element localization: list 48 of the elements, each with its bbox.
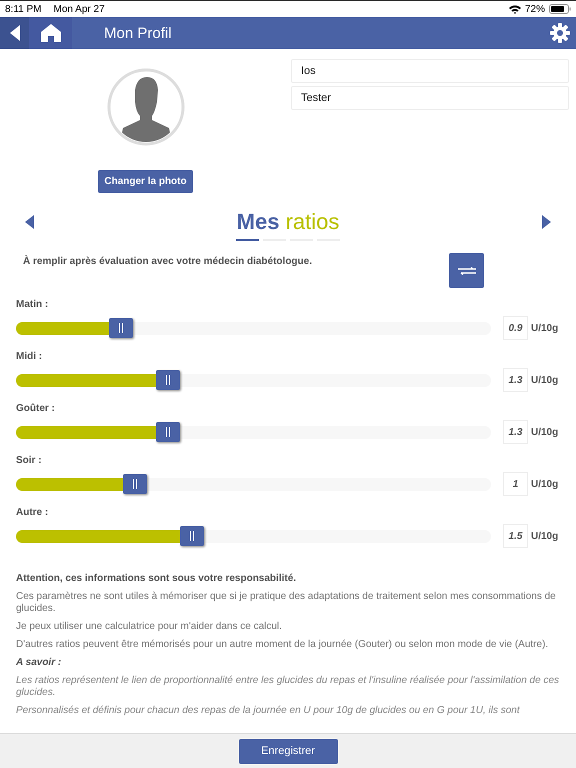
unit-label: U/10g <box>531 374 558 386</box>
name-field[interactable]: Ios <box>291 59 569 83</box>
home-icon <box>40 24 60 42</box>
name-field[interactable]: Tester <box>291 86 569 110</box>
change-photo-button[interactable]: Changer la photo <box>98 170 193 193</box>
header-title: Mon Profil <box>104 24 172 42</box>
slider-thumb[interactable] <box>156 422 180 442</box>
info-paragraph: Ces paramètres ne sont utiles à mémoriser que si je pratique des adaptations de traitement selon mes consommations de glucides. <box>16 591 557 615</box>
slider-thumb[interactable] <box>156 370 180 390</box>
instruction-text: À remplir après évaluation avec votre médecin diabétologue. <box>23 256 312 269</box>
wifi-icon <box>508 4 521 14</box>
back-icon <box>10 25 20 41</box>
battery-level: 72% <box>524 4 545 14</box>
next-arrow-icon[interactable] <box>542 214 551 228</box>
unit-label: U/10g <box>531 322 558 334</box>
info-paragraph: Personnalisés et définis pour chacun des repas de la journée en U pour 10g de glucides ou en G pour 1U, ils sont <box>16 705 521 717</box>
unit-label: U/10g <box>531 426 558 438</box>
info-paragraph: D'autres ratios peuvent être mémorisés pour un autre moment de la journée (Gouter) ou selon mon mode de vie (Autre). <box>16 639 550 651</box>
info-paragraph: Les ratios représentent le lien de proportionnalité entre les glucides du repas et l'insuline réalisée pour l'assimilation de ces glucides. <box>16 675 560 699</box>
ratio-value-field[interactable]: 1 <box>503 472 528 496</box>
home-button[interactable] <box>29 17 72 49</box>
ratio-label: Autre : <box>16 507 50 518</box>
settings-icon[interactable] <box>550 23 570 43</box>
ratio-label: Goûter : <box>16 403 56 414</box>
slider-thumb[interactable] <box>180 526 204 546</box>
ratio-value-field[interactable]: 1.3 <box>503 420 528 444</box>
ratio-value-field[interactable]: 1.3 <box>503 368 528 392</box>
status-time: 8:11 PM <box>5 4 42 14</box>
info-paragraph: Je peux utiliser une calculatrice pour m'aider dans ce calcul. <box>16 621 283 633</box>
swap-arrows-icon <box>458 266 476 274</box>
status-date: Mon Apr 27 <box>54 4 105 14</box>
ratio-label: Soir : <box>16 455 43 466</box>
unit-label: U/10g <box>531 478 558 490</box>
previous-arrow-icon[interactable] <box>25 214 34 228</box>
ratio-label: Matin : <box>16 299 50 310</box>
slider-thumb[interactable] <box>122 474 147 494</box>
back-button[interactable] <box>0 17 29 49</box>
info-paragraph: A savoir : <box>16 657 62 669</box>
slider-thumb[interactable] <box>108 318 132 338</box>
ratio-value-field[interactable]: 0.9 <box>503 316 528 340</box>
battery-icon <box>549 4 571 14</box>
info-paragraph: Attention, ces informations sont sous votre responsabilité. <box>16 573 298 585</box>
section-title: Mes ratios <box>236 208 340 234</box>
swap-button[interactable] <box>449 253 484 288</box>
ratio-value-field[interactable]: 1.5 <box>503 524 528 548</box>
save-button[interactable]: Enregistrer <box>238 738 338 764</box>
ratio-label: Midi : <box>16 351 44 362</box>
unit-label: U/10g <box>531 530 558 542</box>
